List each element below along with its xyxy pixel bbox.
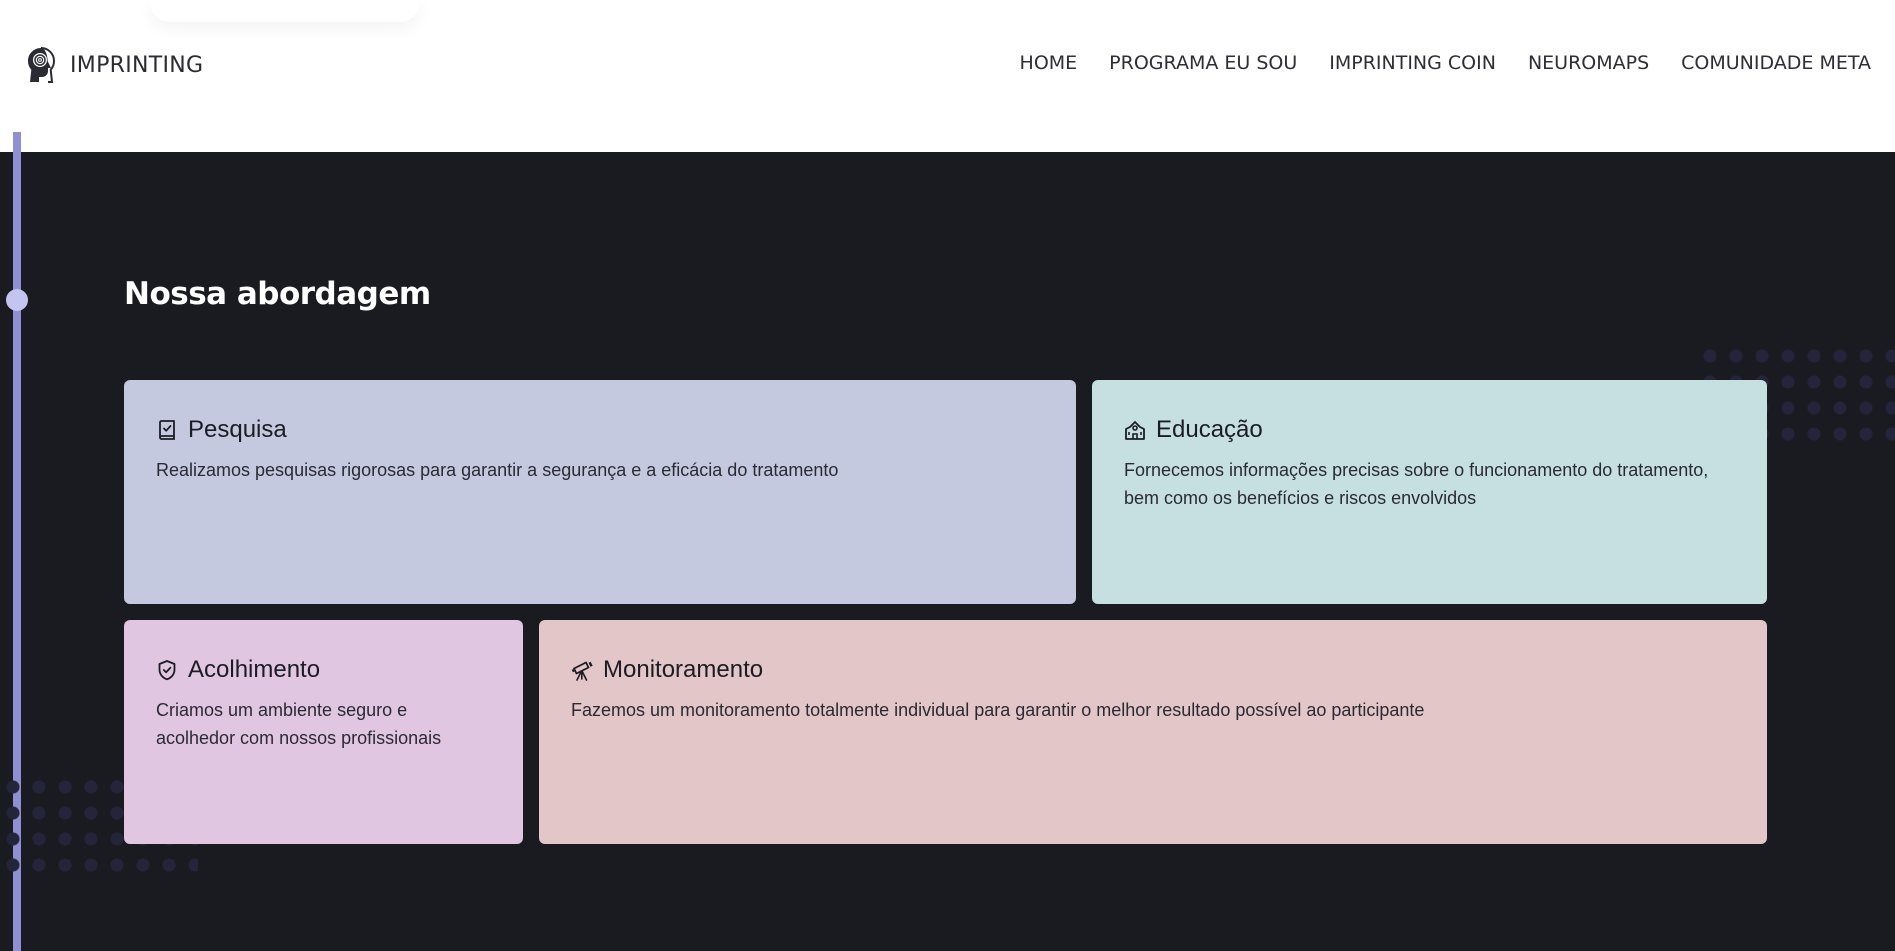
approach-card-educacao: Educação Fornecemos informações precisas… [1092,380,1767,604]
brand-name: IMPRINTING [70,52,204,78]
card-description: Fornecemos informações precisas sobre o … [1124,460,1709,508]
card-description: Fazemos um monitoramento totalmente indi… [571,700,1425,720]
nav-programa-eu-sou[interactable]: PROGRAMA EU SOU [1109,52,1297,74]
card-title: Monitoramento [603,656,764,683]
card-title: Acolhimento [188,656,321,683]
nav-neuromaps[interactable]: NEUROMAPS [1528,52,1649,74]
timeline-marker [6,289,28,311]
nav-home[interactable]: HOME [1020,52,1078,74]
card-description: Criamos um ambiente seguro e acolhedor c… [156,700,442,748]
school-icon [1125,421,1145,440]
approach-card-acolhimento: Acolhimento Criamos um ambiente seguro e… [124,620,523,844]
card-title: Educação [1156,416,1263,443]
approach-card-monitoramento: Monitoramento Fazemos um monitoramento t… [539,620,1767,844]
card-title: Pesquisa [188,416,287,443]
card-description: Realizamos pesquisas rigorosas para gara… [156,460,839,480]
nav-comunidade-meta[interactable]: COMUNIDADE META [1681,52,1871,74]
header-decoration [150,0,420,22]
head-spiral-logo-icon [28,47,56,83]
book-check-icon [159,420,175,440]
shield-check-icon [158,660,176,681]
main-nav: HOME PROGRAMA EU SOU IMPRINTING COIN NEU… [1020,52,1871,74]
telescope-icon [571,661,593,681]
site-header: IMPRINTING HOME PROGRAMA EU SOU IMPRINTI… [0,0,1895,152]
brand-logo-link[interactable]: IMPRINTING [24,46,203,84]
nav-imprinting-coin[interactable]: IMPRINTING COIN [1329,52,1496,74]
section-title: Nossa abordagem [124,276,431,312]
approach-card-pesquisa: Pesquisa Realizamos pesquisas rigorosas … [124,380,1076,604]
